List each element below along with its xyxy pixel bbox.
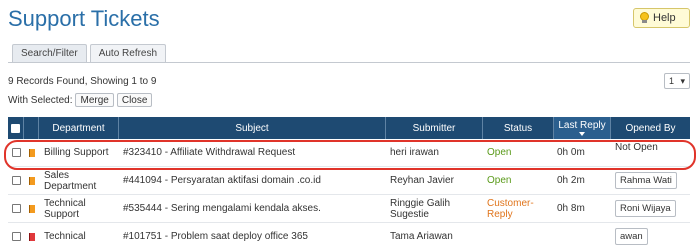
- submitter-cell: heri irawan: [390, 147, 439, 158]
- department-cell: Technical: [44, 231, 86, 242]
- table-row[interactable]: Technical #101751 - Problem saat deploy …: [8, 223, 690, 246]
- opened-by-cell: Roni Wijaya: [611, 195, 690, 222]
- last-reply-cell: 0h 0m: [557, 147, 585, 158]
- submitter-cell: Reyhan Javier: [390, 175, 454, 186]
- page-title: Support Tickets: [8, 6, 160, 31]
- column-subject[interactable]: Subject: [119, 117, 386, 139]
- flag-icon: [28, 232, 35, 241]
- tab-auto-refresh[interactable]: Auto Refresh: [89, 44, 167, 62]
- subject-link[interactable]: #101751 - Problem saat deploy office 365: [119, 223, 386, 246]
- submitter-cell: Ringgie Galih Sugestie: [390, 197, 451, 220]
- column-opened-by[interactable]: Opened By: [611, 117, 690, 139]
- with-selected-label: With Selected:: [8, 94, 73, 106]
- subject-link[interactable]: #323410 - Affiliate Withdrawal Request: [119, 139, 386, 166]
- opened-by-cell: awan: [611, 223, 690, 246]
- opened-by-cell: Not Open: [615, 142, 658, 153]
- row-checkbox-cell: [8, 167, 24, 194]
- department-cell: Billing Support: [44, 147, 109, 158]
- assignee-badge[interactable]: Roni Wijaya: [615, 200, 676, 217]
- row-checkbox-cell: [8, 223, 24, 246]
- department-cell: Technical Support: [44, 197, 86, 220]
- table-row[interactable]: Technical Support #535444 - Sering menga…: [8, 195, 690, 223]
- row-checkbox[interactable]: [11, 232, 21, 241]
- help-button[interactable]: Help: [633, 8, 690, 28]
- assignee-badge[interactable]: awan: [615, 228, 648, 245]
- column-status[interactable]: Status: [483, 117, 554, 139]
- sort-desc-icon: [579, 132, 585, 136]
- column-department[interactable]: Department: [39, 117, 119, 139]
- tab-bar: Search/Filter Auto Refresh: [12, 44, 167, 62]
- assignee-badge[interactable]: Rahma Wati: [615, 172, 677, 189]
- row-checkbox[interactable]: [11, 148, 21, 157]
- flag-cell: [24, 223, 39, 246]
- close-button[interactable]: Close: [116, 93, 153, 107]
- submitter-cell: Tama Ariawan: [390, 231, 453, 242]
- column-submitter[interactable]: Submitter: [386, 117, 483, 139]
- tickets-table: Department Subject Submitter Status Last…: [8, 117, 690, 246]
- lightbulb-icon: [640, 12, 649, 24]
- select-all-checkbox[interactable]: [11, 123, 20, 133]
- last-reply-cell: [554, 223, 611, 246]
- subject-link[interactable]: #441094 - Persyaratan aktifasi domain .c…: [119, 167, 386, 194]
- page-select-value: 1: [669, 76, 675, 86]
- status-cell: Open: [487, 147, 512, 158]
- last-reply-cell: 0h 2m: [557, 175, 585, 186]
- row-checkbox-cell: [8, 195, 24, 222]
- page-select[interactable]: 1 ▾: [664, 73, 690, 89]
- status-cell: [483, 223, 554, 246]
- tab-divider: [8, 62, 690, 63]
- opened-by-cell: Rahma Wati: [611, 167, 690, 194]
- flag-icon: [28, 204, 35, 213]
- bulk-actions: With Selected: Merge Close: [8, 93, 153, 107]
- table-row[interactable]: Sales Department #441094 - Persyaratan a…: [8, 167, 690, 195]
- select-all-cell: [8, 117, 24, 139]
- table-row[interactable]: Billing Support #323410 - Affiliate With…: [8, 139, 690, 167]
- department-cell: Sales Department: [44, 169, 97, 192]
- column-last-reply[interactable]: Last Reply: [554, 117, 611, 139]
- status-cell: Open: [487, 175, 512, 186]
- tab-search-filter[interactable]: Search/Filter: [12, 44, 87, 62]
- help-label: Help: [653, 12, 676, 24]
- row-checkbox[interactable]: [11, 176, 21, 185]
- row-checkbox[interactable]: [11, 204, 21, 213]
- subject-link[interactable]: #535444 - Sering mengalami kendala akses…: [119, 195, 386, 222]
- flag-cell: [24, 139, 39, 166]
- row-checkbox-cell: [8, 139, 24, 166]
- flag-icon: [28, 148, 35, 157]
- chevron-down-icon: ▾: [680, 75, 685, 86]
- merge-button[interactable]: Merge: [75, 93, 114, 107]
- flag-cell: [24, 195, 39, 222]
- records-summary: 9 Records Found, Showing 1 to 9: [8, 76, 157, 87]
- flag-icon: [28, 176, 35, 185]
- flag-cell: [24, 167, 39, 194]
- last-reply-cell: 0h 8m: [557, 203, 585, 214]
- status-cell: Customer-Reply: [487, 197, 534, 220]
- flag-header: [24, 117, 39, 139]
- column-last-reply-label: Last Reply: [558, 120, 606, 131]
- table-header: Department Subject Submitter Status Last…: [8, 117, 690, 139]
